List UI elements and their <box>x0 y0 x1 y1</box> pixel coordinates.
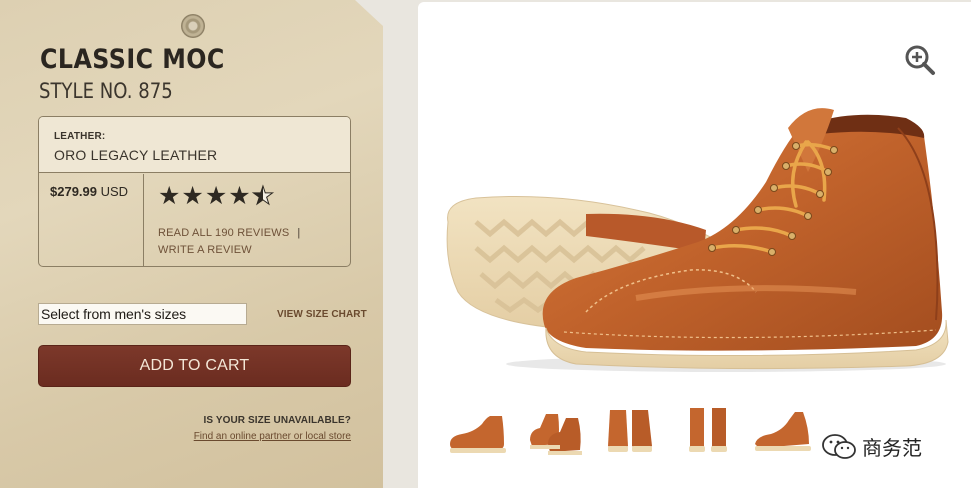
star-half-icon: ★★ <box>251 182 275 210</box>
review-links: READ ALL 190 REVIEWS | WRITE A REVIEW <box>158 225 300 259</box>
leather-value: ORO LEGACY LEATHER <box>54 147 218 163</box>
thumbnail-angle-pair[interactable] <box>522 400 586 460</box>
watermark: 商务范 <box>822 432 922 461</box>
reviews-cell: ★ ★ ★ ★ ★★ READ ALL 190 REVIEWS | WRITE A… <box>145 174 350 266</box>
leather-cell: LEATHER: ORO LEGACY LEATHER <box>39 117 350 173</box>
star-rating[interactable]: ★ ★ ★ ★ ★★ <box>158 182 275 210</box>
read-reviews-link[interactable]: READ ALL 190 REVIEWS <box>158 227 289 239</box>
add-to-cart-button[interactable]: ADD TO CART <box>38 345 351 387</box>
star-full-icon: ★ <box>158 182 181 210</box>
view-size-chart-link[interactable]: VIEW SIZE CHART <box>277 309 367 320</box>
main-boot-image[interactable] <box>436 102 956 372</box>
price-currency: USD <box>100 184 129 199</box>
thumbnail-side-angle[interactable] <box>751 400 815 460</box>
thumbnail-strip <box>446 400 811 468</box>
leather-label: LEATHER: <box>54 131 106 142</box>
zoom-in-icon[interactable] <box>902 42 938 78</box>
wechat-icon <box>822 433 856 459</box>
review-link-separator: | <box>297 227 301 239</box>
price-cell: $279.99 USD <box>39 174 144 266</box>
product-info-box: LEATHER: ORO LEGACY LEATHER $279.99 USD … <box>38 116 351 267</box>
thumbnail-side-view[interactable] <box>446 400 510 460</box>
watermark-text: 商务范 <box>862 436 922 460</box>
star-full-icon: ★ <box>181 182 204 210</box>
star-full-icon: ★ <box>204 182 228 210</box>
thumbnail-back-pair[interactable] <box>676 400 740 460</box>
price-amount: $279.99 <box>50 184 97 199</box>
product-tag-card: CLASSIC MOC STYLE NO. 875 LEATHER: ORO L… <box>0 0 383 488</box>
thumbnail-front-pair[interactable] <box>598 400 662 460</box>
tag-grommet <box>181 14 205 38</box>
price: $279.99 USD <box>50 184 128 199</box>
find-partner-link[interactable]: Find an online partner or local store <box>194 431 351 442</box>
size-unavailable-question: IS YOUR SIZE UNAVAILABLE? <box>203 415 351 426</box>
size-select[interactable]: Select from men's sizes <box>38 303 247 325</box>
product-title: CLASSIC MOC <box>40 44 225 75</box>
write-review-link[interactable]: WRITE A REVIEW <box>158 244 252 256</box>
product-image-panel: 商务范 <box>418 2 971 488</box>
star-full-icon: ★ <box>228 182 251 210</box>
style-number: STYLE NO. 875 <box>39 79 173 103</box>
